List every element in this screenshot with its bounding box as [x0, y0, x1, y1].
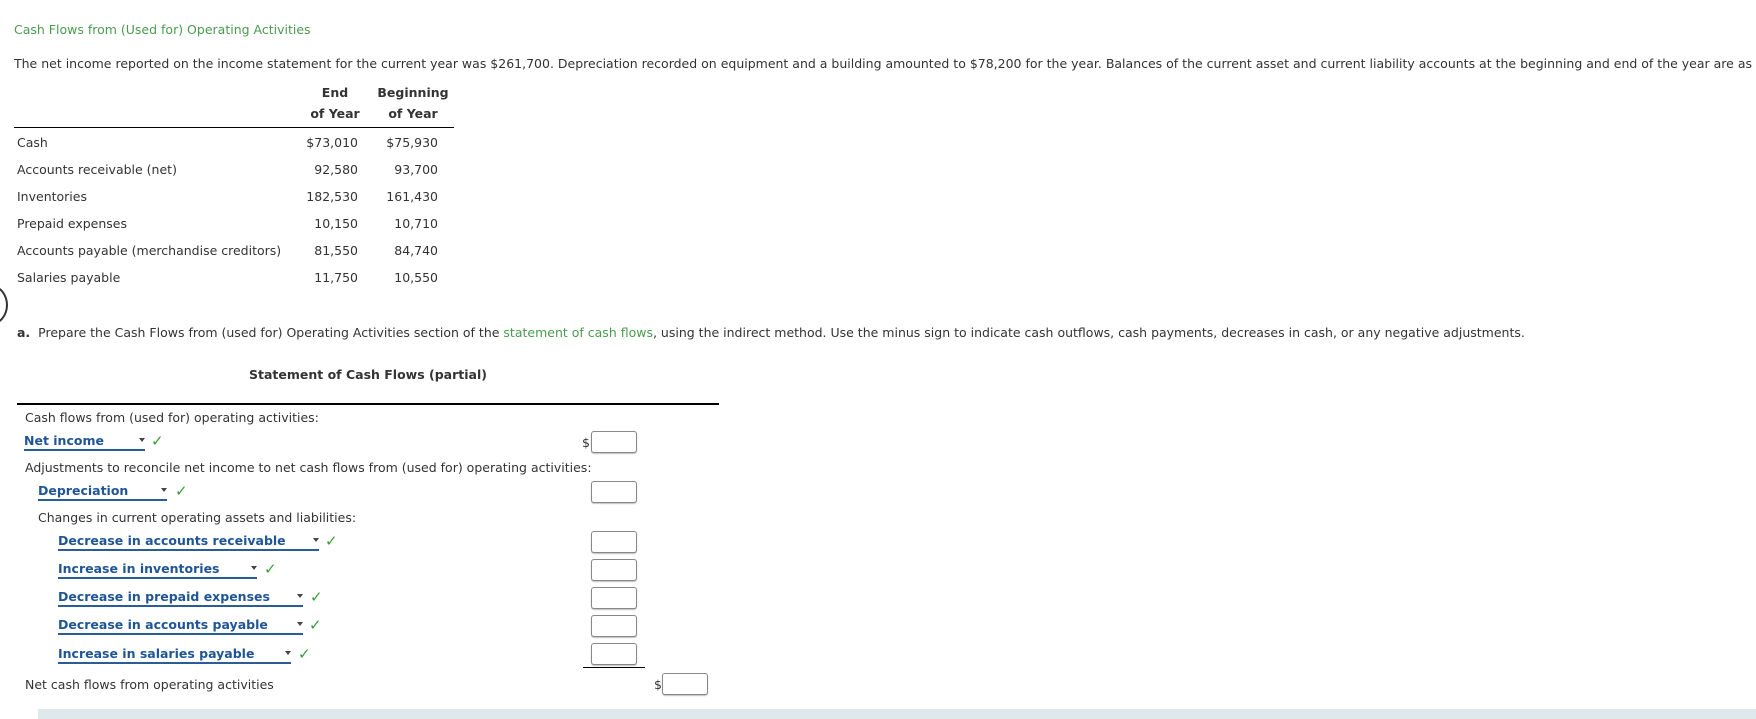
- check-icon: ✓: [298, 645, 311, 663]
- currency-sign: $: [582, 435, 590, 450]
- dropdown-selected-text: Increase in salaries payable: [58, 646, 255, 661]
- row-begin-value: $75,930: [386, 135, 438, 150]
- row-begin-value: 161,430: [386, 189, 438, 204]
- check-icon: ✓: [175, 482, 188, 500]
- accounts-receivable-dropdown[interactable]: Decrease in accounts receivable: [58, 533, 319, 551]
- salaries-payable-amount-input[interactable]: [591, 643, 637, 665]
- prepaid-expenses-amount-input[interactable]: [591, 587, 637, 609]
- accounts-receivable-amount-input[interactable]: [591, 531, 637, 553]
- salaries-payable-dropdown[interactable]: Increase in salaries payable: [58, 646, 291, 664]
- instruction-text-end: , using the indirect method. Use the min…: [652, 325, 1525, 340]
- row-begin-value: 10,550: [394, 270, 438, 285]
- row-end-value: 10,150: [314, 216, 358, 231]
- dropdown-selected-text: Depreciation: [38, 483, 129, 498]
- problem-intro: The net income reported on the income st…: [14, 56, 1756, 71]
- header-begin-2: of Year: [388, 106, 438, 121]
- row-begin-value: 10,710: [394, 216, 438, 231]
- row-label: Accounts receivable (net): [17, 162, 177, 177]
- check-icon: ✓: [151, 432, 164, 450]
- chevron-down-icon: [161, 488, 167, 492]
- statement-link[interactable]: statement of cash flows: [503, 325, 653, 340]
- row-label: Cash: [17, 135, 48, 150]
- check-icon: ✓: [264, 560, 277, 578]
- row-end-value: 81,550: [314, 243, 358, 258]
- header-divider: [14, 127, 454, 128]
- row-label: Accounts payable (merchandise creditors): [17, 243, 282, 258]
- currency-sign: $: [654, 677, 662, 692]
- net-cash-flows-input[interactable]: [662, 673, 708, 695]
- chevron-down-icon: [251, 566, 257, 570]
- changes-label: Changes in current operating assets and …: [38, 510, 357, 525]
- problem-heading: Cash Flows from (Used for) Operating Act…: [14, 22, 311, 37]
- adjustments-label: Adjustments to reconcile net income to n…: [25, 460, 592, 475]
- chevron-down-icon: [297, 594, 303, 598]
- net-income-amount-input[interactable]: [591, 431, 637, 453]
- part-label: a.: [17, 325, 31, 340]
- accounts-payable-dropdown[interactable]: Decrease in accounts payable: [58, 617, 303, 635]
- accounts-payable-amount-input[interactable]: [591, 615, 637, 637]
- net-income-dropdown[interactable]: Net income: [24, 433, 145, 451]
- header-end-1: End: [321, 85, 349, 100]
- row-begin-value: 93,700: [394, 162, 438, 177]
- row-begin-value: 84,740: [394, 243, 438, 258]
- inventories-dropdown[interactable]: Increase in inventories: [58, 561, 257, 579]
- chevron-down-icon: [285, 651, 291, 655]
- depreciation-amount-input[interactable]: [591, 481, 637, 503]
- prepaid-expenses-dropdown[interactable]: Decrease in prepaid expenses: [58, 589, 303, 607]
- dropdown-selected-text: Net income: [24, 433, 104, 448]
- row-end-value: 92,580: [314, 162, 358, 177]
- header-begin-1: Beginning: [377, 85, 449, 100]
- chevron-down-icon: [139, 438, 145, 442]
- check-icon: ✓: [310, 588, 323, 606]
- inventories-amount-input[interactable]: [591, 559, 637, 581]
- instruction: a. Prepare the Cash Flows from (used for…: [17, 325, 1525, 340]
- dropdown-selected-text: Decrease in accounts receivable: [58, 533, 286, 548]
- bottom-panel: [38, 709, 1756, 719]
- instruction-text: Prepare the Cash Flows from (used for) O…: [38, 325, 504, 340]
- subtotal-rule: [583, 667, 645, 668]
- dropdown-selected-text: Decrease in prepaid expenses: [58, 589, 270, 604]
- depreciation-dropdown[interactable]: Depreciation: [38, 483, 167, 501]
- row-label: Salaries payable: [17, 270, 121, 285]
- section-label: Cash flows from (used for) operating act…: [25, 410, 319, 425]
- side-circle-decoration: [0, 285, 8, 325]
- row-end-value: $73,010: [306, 135, 358, 150]
- net-cash-flows-label: Net cash flows from operating activities: [25, 677, 274, 692]
- check-icon: ✓: [309, 616, 322, 634]
- dropdown-selected-text: Decrease in accounts payable: [58, 617, 268, 632]
- check-icon: ✓: [325, 532, 338, 550]
- dropdown-selected-text: Increase in inventories: [58, 561, 220, 576]
- statement-divider: [17, 403, 719, 405]
- statement-title: Statement of Cash Flows (partial): [249, 367, 487, 382]
- row-label: Inventories: [17, 189, 87, 204]
- row-end-value: 11,750: [314, 270, 358, 285]
- chevron-down-icon: [313, 538, 319, 542]
- row-end-value: 182,530: [306, 189, 358, 204]
- chevron-down-icon: [297, 622, 303, 626]
- row-label: Prepaid expenses: [17, 216, 127, 231]
- header-end-2: of Year: [310, 106, 360, 121]
